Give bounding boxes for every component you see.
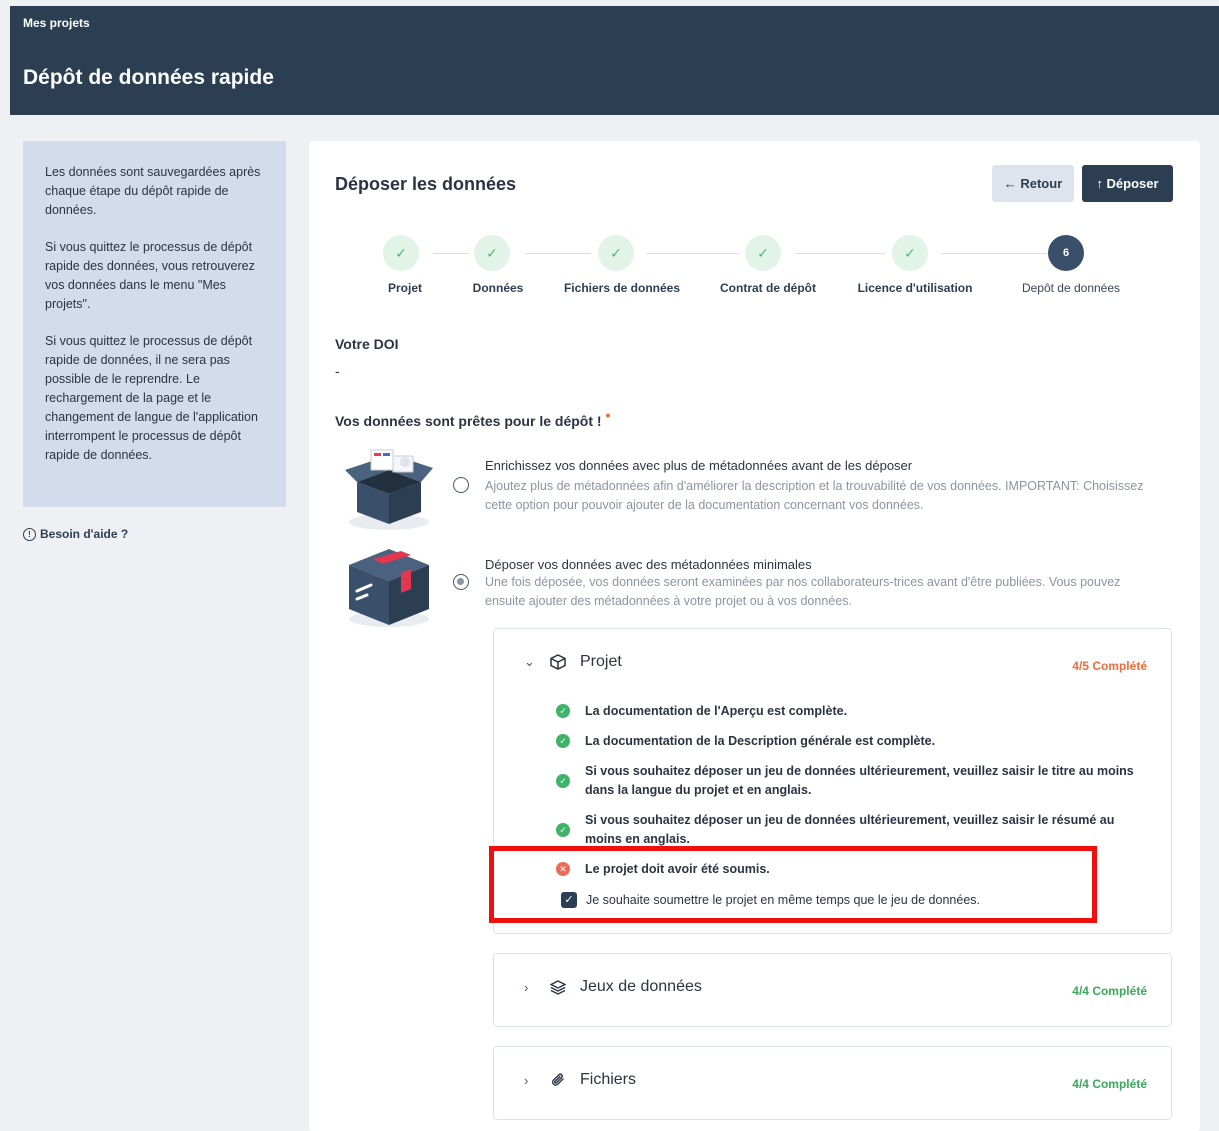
- chevron-down-icon[interactable]: ⌄: [524, 654, 536, 670]
- ready-title: Vos données sont prêtes pour le dépôt ! •: [335, 407, 610, 429]
- ready-title-text: Vos données sont prêtes pour le dépôt !: [335, 413, 602, 429]
- step-label[interactable]: Projet: [388, 281, 422, 295]
- check-item: ✓ La documentation de l'Aperçu est compl…: [556, 702, 1136, 721]
- check-circle-icon: ✓: [556, 704, 570, 718]
- check-item: ✓ La documentation de la Description gén…: [556, 732, 1136, 751]
- info-panel: Les données sont sauvegardées après chaq…: [23, 141, 286, 507]
- section-fichiers[interactable]: › Fichiers 4/4 Complété: [493, 1046, 1172, 1120]
- check-item-text: La documentation de la Description génér…: [585, 734, 936, 748]
- step-check-icon[interactable]: ✓: [383, 235, 419, 271]
- check-circle-icon: ✓: [556, 734, 570, 748]
- open-box-illustration: [345, 449, 433, 530]
- step-check-icon[interactable]: ✓: [598, 235, 634, 271]
- section-fichiers-title: Fichiers: [580, 1071, 637, 1088]
- submit-button[interactable]: ↑ Déposer: [1082, 165, 1173, 202]
- step-connector: [647, 253, 739, 254]
- highlight-annotation-box: [489, 846, 1097, 923]
- step-label[interactable]: Fichiers de données: [564, 281, 680, 295]
- option-enrich-description: Ajoutez plus de métadonnées afin d'améli…: [485, 479, 1144, 512]
- step-check-icon[interactable]: ✓: [745, 235, 781, 271]
- check-item-text: Si vous souhaitez déposer un jeu de donn…: [585, 764, 1134, 797]
- check-item: ✓ Si vous souhaitez déposer un jeu de do…: [556, 762, 1136, 800]
- section-projet-header[interactable]: ⌄ Projet: [524, 653, 622, 671]
- option-minimal-description: Une fois déposée, vos données seront exa…: [485, 575, 1121, 608]
- card-title: Déposer les données: [335, 174, 517, 194]
- step-number-current[interactable]: 6: [1048, 235, 1084, 271]
- section-jeux-title: Jeux de données: [580, 978, 702, 995]
- section-fichiers-header[interactable]: › Fichiers: [524, 1071, 636, 1089]
- paperclip-icon: [552, 1073, 564, 1086]
- breadcrumb-mes-projets[interactable]: Mes projets: [23, 16, 90, 30]
- info-paragraph: Si vous quittez le processus de dépôt ra…: [45, 240, 255, 311]
- step-label[interactable]: Données: [473, 281, 524, 295]
- stepper: ✓ Projet ✓ Données ✓ Fichiers de données…: [309, 233, 1200, 303]
- option-minimal-radio[interactable]: [453, 574, 469, 590]
- step-connector: [941, 253, 1047, 254]
- step-label[interactable]: Licence d'utilisation: [858, 281, 973, 295]
- deposit-card: Déposer les données ← Retour ↑ Déposer ✓…: [309, 141, 1200, 1131]
- check-circle-icon: ✓: [556, 774, 570, 788]
- check-circle-icon: ✓: [556, 823, 570, 837]
- step-check-icon[interactable]: ✓: [474, 235, 510, 271]
- doi-label: Votre DOI: [335, 336, 399, 352]
- section-projet-status: 4/5 Complété: [1072, 659, 1147, 673]
- back-button[interactable]: ← Retour: [992, 165, 1074, 202]
- closed-box-illustration: [349, 549, 429, 627]
- option-enrich[interactable]: Enrichissez vos données avec plus de mét…: [309, 444, 1200, 534]
- option-enrich-title: Enrichissez vos données avec plus de mét…: [485, 458, 913, 473]
- step-label[interactable]: Contrat de dépôt: [720, 281, 816, 295]
- section-projet-title: Projet: [580, 653, 622, 670]
- required-indicator: •: [605, 407, 611, 423]
- step-check-icon[interactable]: ✓: [892, 235, 928, 271]
- section-jeux-header[interactable]: › Jeux de données: [524, 978, 702, 996]
- section-fichiers-status: 4/4 Complété: [1072, 1077, 1147, 1091]
- step-connector: [525, 253, 591, 254]
- page-title: Dépôt de données rapide: [23, 66, 274, 89]
- option-minimal[interactable]: Déposer vos données avec des métadonnées…: [309, 539, 1200, 634]
- info-paragraph: Si vous quittez le processus de dépôt ra…: [45, 334, 258, 462]
- check-item-text: Si vous souhaitez déposer un jeu de donn…: [585, 813, 1115, 846]
- layers-icon: [550, 980, 566, 995]
- step-label-current[interactable]: Depôt de données: [1022, 281, 1120, 295]
- info-circle-icon: !: [23, 527, 36, 541]
- help-link[interactable]: ! Besoin d'aide ?: [23, 527, 128, 541]
- info-paragraph: Les données sont sauvegardées après chaq…: [45, 165, 261, 217]
- check-item-text: La documentation de l'Aperçu est complèt…: [585, 704, 848, 718]
- app-header: Mes projets Dépôt de données rapide: [10, 6, 1219, 115]
- section-jeux-de-donnees[interactable]: › Jeux de données 4/4 Complété: [493, 953, 1172, 1027]
- check-item: ✓ Si vous souhaitez déposer un jeu de do…: [556, 811, 1136, 849]
- chevron-right-icon[interactable]: ›: [524, 980, 536, 995]
- step-connector: [795, 253, 885, 254]
- help-link-label: Besoin d'aide ?: [40, 527, 129, 541]
- cube-icon: [550, 654, 566, 670]
- chevron-right-icon[interactable]: ›: [524, 1073, 536, 1088]
- step-connector: [433, 253, 469, 254]
- doi-value: -: [335, 363, 340, 379]
- option-minimal-title: Déposer vos données avec des métadonnées…: [485, 557, 812, 572]
- option-enrich-radio[interactable]: [453, 477, 469, 493]
- section-jeux-status: 4/4 Complété: [1072, 984, 1147, 998]
